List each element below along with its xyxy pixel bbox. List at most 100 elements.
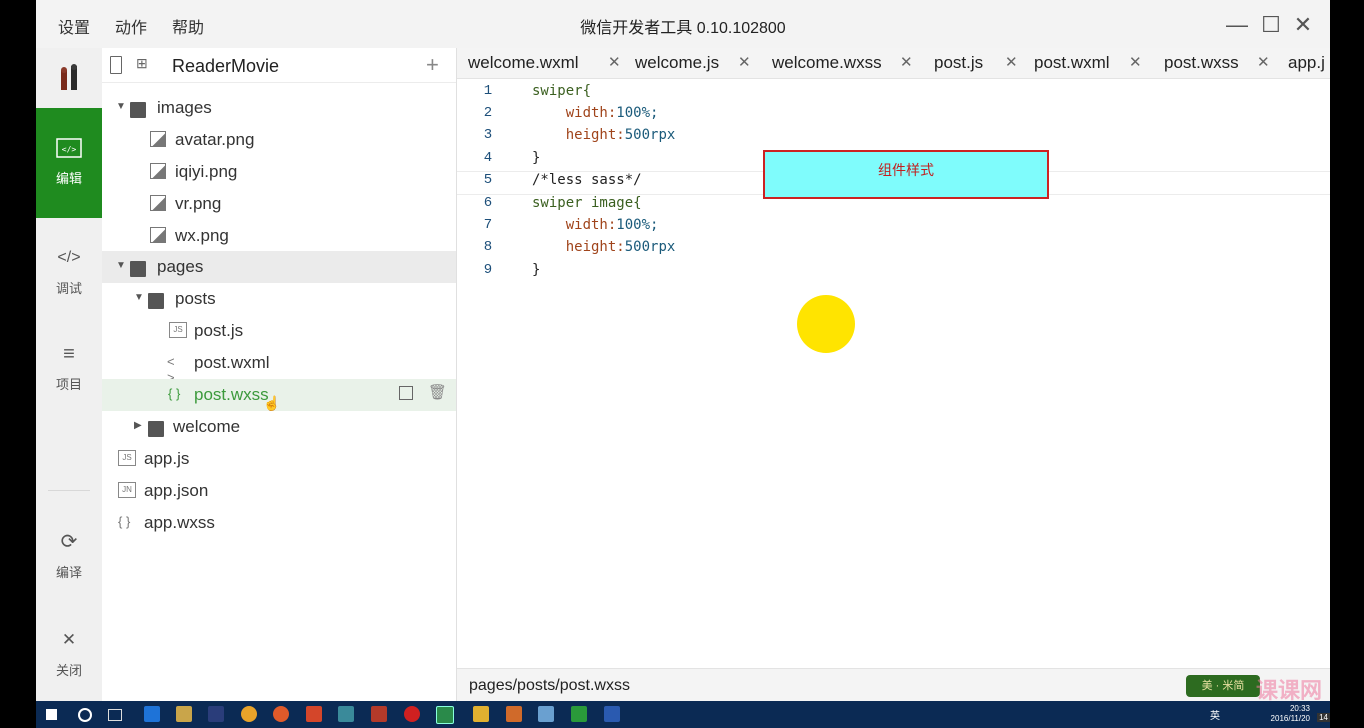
clock-date: 2016/11/20 bbox=[1270, 714, 1310, 723]
tab-close-icon[interactable]: ✕ bbox=[1129, 53, 1142, 71]
folder-icon bbox=[148, 293, 164, 309]
tab-close-icon[interactable]: ✕ bbox=[1005, 53, 1018, 71]
app-icon[interactable] bbox=[473, 706, 489, 722]
tree-item-label: app.js bbox=[144, 449, 190, 468]
tree-folder-images[interactable]: ▼ images bbox=[102, 92, 456, 124]
menu-icon: ≡ bbox=[63, 343, 75, 365]
tree-item-label: wx.png bbox=[175, 226, 229, 245]
tree-file-app-wxss[interactable]: { } app.wxss bbox=[102, 507, 456, 539]
tree-file-avatar[interactable]: avatar.png bbox=[102, 124, 456, 156]
tree-file-app-json[interactable]: JN app.json bbox=[102, 475, 456, 507]
tab-post-wxml[interactable]: post.wxml ✕ bbox=[1034, 48, 1154, 78]
sidebar-item-label: 调试 bbox=[55, 281, 82, 296]
maximize-button[interactable]: ☐ bbox=[1256, 10, 1286, 40]
tree-item-label: iqiyi.png bbox=[175, 162, 238, 181]
tab-welcome-wxml[interactable]: welcome.wxml ✕ bbox=[468, 48, 621, 78]
tab-post-js[interactable]: post.js ✕ bbox=[934, 48, 1024, 78]
js-file-icon: JS bbox=[118, 450, 136, 466]
file-tree-header: ⊞ ReaderMovie + bbox=[102, 48, 456, 83]
code-editor: welcome.wxml ✕ welcome.js ✕ welcome.wxss… bbox=[457, 48, 1330, 701]
powerpoint-icon[interactable] bbox=[306, 706, 322, 722]
phone-icon[interactable] bbox=[110, 56, 122, 74]
task-view-icon[interactable] bbox=[108, 709, 122, 721]
tree-item-label: images bbox=[157, 98, 212, 117]
cursor-hand-icon: ☝ bbox=[263, 395, 281, 411]
sidebar-item-edit[interactable]: </> 编辑 bbox=[36, 108, 102, 218]
minimize-button[interactable]: — bbox=[1222, 10, 1252, 40]
tab-welcome-js[interactable]: welcome.js ✕ bbox=[635, 48, 760, 78]
tab-label: welcome.js bbox=[635, 53, 720, 72]
sidebar-item-close[interactable]: ✕ 关闭 bbox=[36, 610, 102, 690]
tab-label: welcome.wxml bbox=[468, 53, 579, 72]
edge-icon[interactable] bbox=[144, 706, 160, 722]
trash-icon[interactable]: 🗑 bbox=[428, 383, 447, 401]
tree-file-app-js[interactable]: JS app.js bbox=[102, 443, 456, 475]
tree-file-post-wxss[interactable]: { } post.wxss 🗑 ☝ bbox=[102, 379, 456, 411]
photoshop-icon[interactable] bbox=[208, 706, 224, 722]
image-file-icon bbox=[150, 131, 166, 147]
code-line: swiper image{ bbox=[532, 195, 642, 211]
app-icon[interactable] bbox=[371, 706, 387, 722]
search-icon[interactable] bbox=[78, 708, 92, 722]
tab-label: post.wxml bbox=[1034, 53, 1110, 72]
browser-icon[interactable] bbox=[273, 706, 289, 722]
line-number: 6 bbox=[483, 195, 493, 211]
expanded-arrow-icon: ▼ bbox=[116, 101, 126, 112]
app-icon[interactable] bbox=[538, 706, 554, 722]
file-explorer-icon[interactable] bbox=[176, 706, 192, 722]
tree-item-label: post.wxml bbox=[194, 353, 270, 372]
sidebar-item-debug[interactable]: </> 调试 bbox=[36, 228, 102, 308]
ime-indicator[interactable]: 英 bbox=[1210, 707, 1220, 722]
sidebar: </> 编辑 </> 调试 ≡ 项目 ⟳ 编译 ✕ 关闭 bbox=[36, 48, 103, 701]
rename-icon[interactable] bbox=[399, 386, 413, 400]
clock[interactable]: 20:33 2016/11/20 bbox=[1271, 704, 1310, 724]
annotation-callout: 组件样式 bbox=[763, 150, 1049, 199]
tree-file-post-wxml[interactable]: < > post.wxml bbox=[102, 347, 456, 385]
code-line: } bbox=[532, 262, 541, 278]
app-window: 设置 动作 帮助 微信开发者工具 0.10.102800 — ☐ ✕ </> 编… bbox=[36, 0, 1330, 701]
tab-welcome-wxss[interactable]: welcome.wxss ✕ bbox=[772, 48, 922, 78]
tree-item-label: app.wxss bbox=[144, 513, 215, 532]
image-file-icon bbox=[150, 163, 166, 179]
sidebar-item-compile[interactable]: ⟳ 编译 bbox=[36, 512, 102, 592]
tree-item-label: post.wxss bbox=[194, 385, 269, 404]
app-icon[interactable] bbox=[338, 706, 354, 722]
tab-close-icon[interactable]: ✕ bbox=[738, 53, 751, 71]
tab-label: welcome.wxss bbox=[772, 53, 882, 72]
file-path: pages/posts/post.wxss bbox=[469, 677, 630, 694]
watermark-badge: 美 · 米简 bbox=[1186, 675, 1260, 697]
tree-folder-pages[interactable]: ▼ pages bbox=[102, 251, 456, 283]
close-window-button[interactable]: ✕ bbox=[1288, 10, 1318, 40]
folder-icon bbox=[130, 261, 146, 277]
word-icon[interactable] bbox=[604, 706, 620, 722]
tab-app-js[interactable]: app.j bbox=[1288, 48, 1330, 78]
cursor-highlight-dot bbox=[797, 295, 855, 353]
tree-view-icon[interactable]: ⊞ bbox=[136, 55, 148, 72]
json-file-icon: JN bbox=[118, 482, 136, 498]
tab-close-icon[interactable]: ✕ bbox=[1257, 53, 1270, 71]
status-bar: pages/posts/post.wxss 美 · 米简 课课网 bbox=[457, 668, 1330, 701]
app-icon[interactable] bbox=[571, 706, 587, 722]
line-number: 4 bbox=[483, 150, 493, 166]
add-file-button[interactable]: + bbox=[426, 52, 439, 78]
tab-close-icon[interactable]: ✕ bbox=[608, 53, 621, 71]
tree-file-vr[interactable]: vr.png bbox=[102, 188, 456, 220]
style-file-icon: { } bbox=[168, 386, 181, 401]
tab-post-wxss[interactable]: post.wxss ✕ bbox=[1154, 48, 1276, 78]
tab-close-icon[interactable]: ✕ bbox=[900, 53, 913, 71]
tree-folder-welcome[interactable]: ▶ welcome bbox=[102, 411, 456, 443]
tree-file-iqiyi[interactable]: iqiyi.png bbox=[102, 156, 456, 188]
sidebar-item-project[interactable]: ≡ 项目 bbox=[36, 324, 102, 404]
tree-item-label: welcome bbox=[173, 417, 241, 436]
app-icon[interactable] bbox=[506, 706, 522, 722]
notification-badge[interactable]: 14 bbox=[1317, 713, 1330, 722]
wechat-devtools-icon[interactable] bbox=[436, 706, 454, 724]
windows-start-icon[interactable] bbox=[46, 709, 57, 720]
collapsed-arrow-icon: ▶ bbox=[134, 420, 142, 431]
chrome-icon[interactable] bbox=[241, 706, 257, 722]
recorder-icon[interactable] bbox=[404, 706, 420, 722]
close-icon: ✕ bbox=[61, 630, 77, 649]
tree-folder-posts[interactable]: ▼ posts bbox=[102, 283, 456, 315]
tree-file-wx[interactable]: wx.png bbox=[102, 220, 456, 252]
tree-file-post-js[interactable]: JS post.js bbox=[102, 315, 456, 347]
